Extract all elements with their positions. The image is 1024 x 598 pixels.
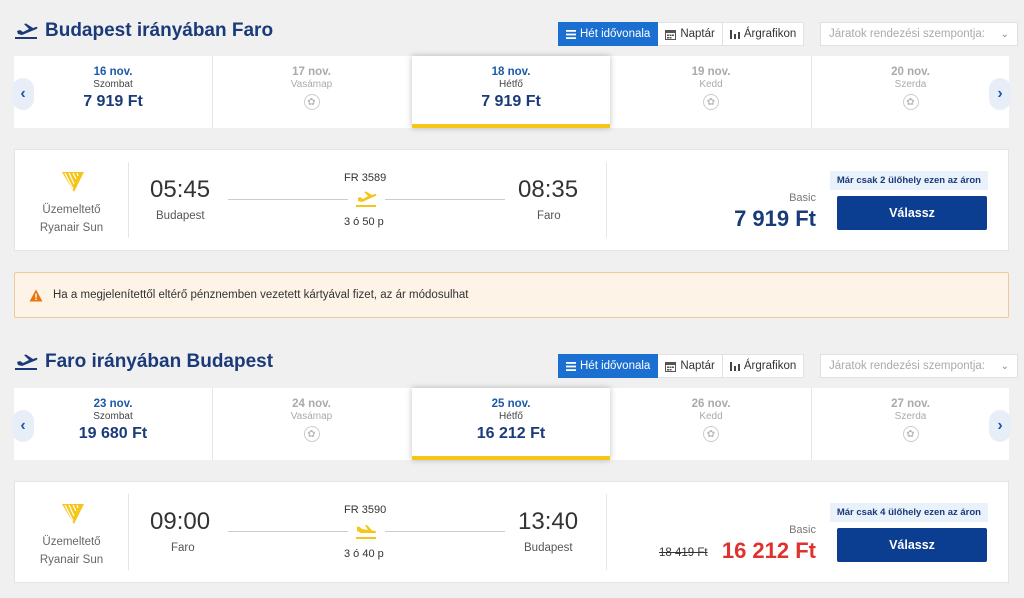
calendar-icon [665, 29, 677, 40]
outbound-sort-select[interactable]: Járatok rendezési szempontja: ⌄ [820, 22, 1018, 46]
no-flights-icon: ✿ [703, 426, 719, 442]
week-timeline-button[interactable]: Hét idővonala [558, 354, 659, 378]
divider [606, 494, 607, 570]
flight-price: 7 919 Ft [734, 206, 816, 231]
date-cell-24-nov[interactable]: 24 nov. Vasámap ✿ [212, 388, 410, 460]
calendar-button[interactable]: Naptár [658, 22, 723, 46]
seats-left-badge: Már csak 4 ülőhely ezen az áron [829, 503, 988, 522]
list-icon [566, 361, 576, 371]
route-line [228, 199, 348, 200]
chevron-left-icon: ‹ [20, 417, 26, 434]
ryanair-harp-logo-icon [62, 504, 84, 524]
next-week-button[interactable]: › [989, 410, 1011, 442]
warning-icon [29, 289, 43, 302]
date-cell-16-nov[interactable]: 16 nov. Szombat 7 919 Ft [14, 56, 212, 128]
divider [606, 162, 607, 238]
prev-week-button[interactable]: ‹ [12, 410, 34, 442]
route-line [385, 199, 505, 200]
outbound-view-toggle: Hét idővonala Naptár Árgrafikon [558, 22, 805, 46]
discounted-price: 16 212 Ft [721, 538, 816, 563]
price-chart-button[interactable]: Árgrafikon [722, 22, 805, 46]
outbound-date-carousel: ‹ 16 nov. Szombat 7 919 Ft 17 nov. Vasám… [12, 56, 1011, 128]
inbound-flight-card[interactable]: Üzemeltető Ryanair Sun 09:00 Faro FR 359… [14, 481, 1009, 583]
price-chart-button[interactable]: Árgrafikon [722, 354, 805, 378]
plane-takeoff-icon [15, 23, 38, 39]
bar-chart-icon [729, 30, 740, 39]
date-cell-20-nov[interactable]: 20 nov. Szerda ✿ [811, 56, 1009, 128]
chevron-right-icon: › [997, 85, 1003, 102]
bar-chart-icon [729, 362, 740, 371]
list-icon [566, 29, 576, 39]
plane-takeoff-icon [356, 191, 377, 207]
select-flight-button[interactable]: Válassz [837, 196, 987, 230]
calendar-button[interactable]: Naptár [658, 354, 723, 378]
plane-landing-icon [356, 525, 377, 539]
next-week-button[interactable]: › [989, 78, 1011, 110]
divider [128, 162, 129, 238]
date-cell-27-nov[interactable]: 27 nov. Szerda ✿ [811, 388, 1009, 460]
prev-week-button[interactable]: ‹ [12, 78, 34, 110]
original-price: 18 419 Ft [659, 547, 708, 559]
calendar-icon [665, 361, 677, 372]
date-cell-18-nov[interactable]: 18 nov. Hétfő 7 919 Ft [412, 56, 610, 128]
no-flights-icon: ✿ [303, 426, 320, 442]
select-flight-button[interactable]: Válassz [837, 528, 987, 562]
date-cell-23-nov[interactable]: 23 nov. Szombat 19 680 Ft [14, 388, 212, 460]
no-flights-icon: ✿ [303, 94, 320, 110]
chevron-left-icon: ‹ [20, 85, 26, 102]
inbound-view-toggle: Hét idővonala Naptár Árgrafikon [558, 354, 805, 378]
outbound-flight-card[interactable]: Üzemeltető Ryanair Sun 05:45 Budapest FR… [14, 149, 1009, 251]
no-flights-icon: ✿ [703, 94, 719, 110]
date-cell-25-nov[interactable]: 25 nov. Hétfő 16 212 Ft [412, 388, 610, 460]
inbound-date-carousel: ‹ 23 nov. Szombat 19 680 Ft 24 nov. Vasá… [12, 388, 1011, 460]
fare-type: Basic [789, 524, 816, 536]
date-cell-26-nov[interactable]: 26 nov. Kedd ✿ [612, 388, 810, 460]
route-line [228, 531, 348, 532]
no-flights-icon: ✿ [902, 94, 919, 110]
no-flights-icon: ✿ [902, 426, 919, 442]
week-timeline-button[interactable]: Hét idővonala [558, 22, 659, 46]
outbound-title: Budapest irányában Faro [45, 20, 274, 41]
inbound-sort-select[interactable]: Járatok rendezési szempontja: ⌄ [820, 354, 1018, 378]
ryanair-harp-logo-icon [62, 172, 84, 192]
chevron-right-icon: › [997, 417, 1003, 434]
chevron-down-icon: ⌄ [1000, 360, 1009, 372]
date-cell-17-nov[interactable]: 17 nov. Vasámap ✿ [212, 56, 410, 128]
fare-type: Basic [789, 192, 816, 204]
route-line [385, 531, 505, 532]
plane-takeoff-icon [15, 354, 38, 370]
divider [128, 494, 129, 570]
date-cell-19-nov[interactable]: 19 nov. Kedd ✿ [612, 56, 810, 128]
inbound-title: Faro irányában Budapest [45, 351, 274, 372]
seats-left-badge: Már csak 2 ülőhely ezen az áron [829, 171, 988, 190]
currency-notice: Ha a megjelenítettől eltérő pénznemben v… [14, 272, 1009, 318]
chevron-down-icon: ⌄ [1000, 28, 1009, 40]
